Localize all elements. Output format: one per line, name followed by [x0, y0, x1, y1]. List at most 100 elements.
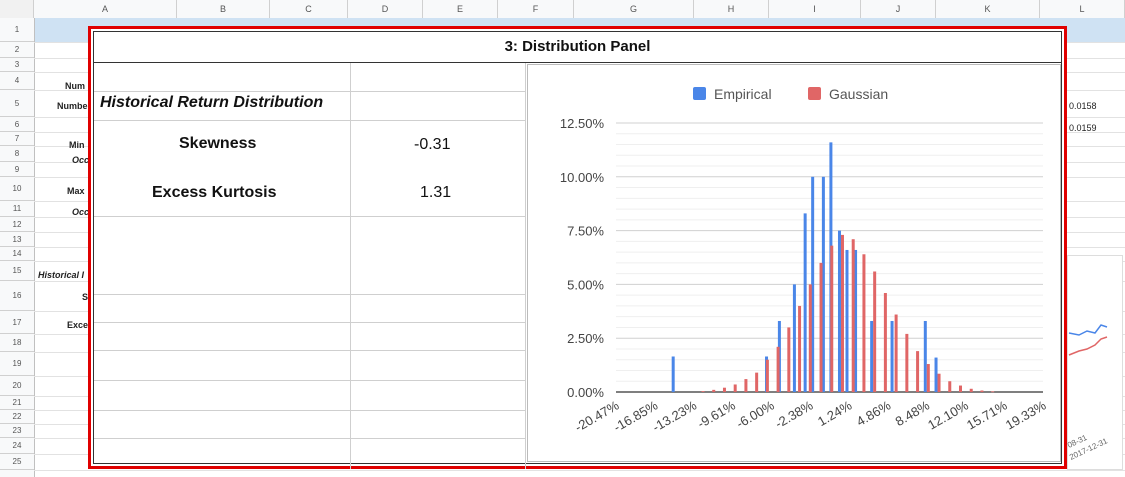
excess-kurtosis-label[interactable]: Excess Kurtosis [152, 184, 277, 202]
column-header[interactable]: C [270, 0, 348, 18]
gaussian-bar [883, 293, 887, 392]
chart-svg: 0.00%2.50%5.00%7.50%10.00%12.50%-20.47%-… [560, 86, 1049, 435]
column-header[interactable]: F [498, 0, 574, 18]
gaussian-bar [776, 346, 780, 392]
select-all-corner[interactable] [0, 0, 34, 18]
row-header[interactable]: 16 [0, 281, 34, 311]
cell-value[interactable]: 0.0159 [1069, 123, 1097, 133]
row-header[interactable]: 19 [0, 352, 34, 376]
row-header[interactable]: 11 [0, 201, 34, 217]
column-header[interactable]: D [348, 0, 423, 18]
column-header[interactable]: I [769, 0, 861, 18]
cell-label[interactable]: Occ [72, 207, 89, 217]
row-header[interactable]: 24 [0, 438, 34, 454]
skewness-label[interactable]: Skewness [179, 135, 256, 153]
cell-label[interactable]: Historical I [38, 270, 84, 280]
x-tick-label: -9.61% [695, 397, 739, 431]
x-tick-label: 19.33% [1003, 397, 1049, 432]
row-header[interactable]: 7 [0, 132, 34, 146]
gaussian-bar [744, 379, 748, 392]
gaussian-bar [701, 391, 705, 392]
distribution-chart[interactable]: 0.00% 2.50% 5.00% 7.50% 10.00% 12.50% -20.47% -… [527, 64, 1061, 462]
gaussian-bar [733, 384, 737, 392]
skewness-value[interactable]: -0.31 [414, 136, 450, 154]
gaussian-bar [916, 351, 920, 392]
gaussian-bar [798, 305, 802, 392]
empirical-bar [923, 320, 927, 392]
y-tick-label: 2.50% [567, 331, 604, 346]
row-header[interactable]: 4 [0, 72, 34, 90]
cell-label[interactable]: Min [69, 140, 85, 150]
column-header[interactable]: K [936, 0, 1040, 18]
gaussian-bar [755, 372, 759, 392]
panel-gridline [350, 63, 351, 469]
row-header[interactable]: 1 [0, 18, 34, 42]
row-header[interactable]: 23 [0, 424, 34, 438]
gaussian-bar [905, 333, 909, 392]
panel-title: 3: Distribution Panel [94, 32, 1061, 63]
x-tick-label: 8.48% [893, 397, 933, 429]
gaussian-bar [787, 327, 791, 392]
excess-kurtosis-value[interactable]: 1.31 [420, 184, 451, 202]
gaussian-bar [862, 254, 866, 392]
cell-label[interactable]: Num [65, 81, 85, 91]
y-tick-label: 7.50% [567, 224, 604, 239]
row-header[interactable]: 15 [0, 261, 34, 281]
background-chart: 08-31 2017-12-31 [1067, 255, 1123, 470]
gaussian-bar [937, 373, 941, 392]
row-header[interactable]: 14 [0, 247, 34, 261]
gaussian-bar [808, 284, 812, 392]
gaussian-bar [948, 381, 952, 392]
cell-label[interactable]: Numbe [57, 101, 88, 111]
row-header[interactable]: 20 [0, 376, 34, 396]
gaussian-bar [926, 364, 930, 392]
row-header[interactable]: 22 [0, 410, 34, 424]
row-header[interactable]: 13 [0, 232, 34, 247]
row-header[interactable]: 2 [0, 42, 34, 58]
distribution-panel: 3: Distribution Panel Historical Return … [88, 26, 1067, 469]
column-header[interactable]: L [1040, 0, 1125, 18]
row-header[interactable]: 8 [0, 146, 34, 162]
row-header-bar: 1 2 3 4 5 6 7 8 9 10 11 12 13 14 15 16 17 18 19 20 21 22 23 24 2… [0, 18, 35, 477]
spreadsheet: A B C D E F G H I J K L 1 2 3 4 5 6 7 8 9 10 11 12 1… [0, 0, 1125, 477]
legend-swatch-gaussian [808, 87, 821, 100]
empirical-bar [671, 356, 675, 392]
row-header[interactable]: 10 [0, 177, 34, 201]
row-header[interactable]: 9 [0, 162, 34, 177]
row-header[interactable]: 12 [0, 217, 34, 232]
row-header[interactable]: 21 [0, 396, 34, 410]
row-header[interactable]: 18 [0, 334, 34, 352]
cell-label[interactable]: Occ [72, 155, 89, 165]
cell-label[interactable]: Max [67, 186, 85, 196]
panel-gridline [94, 410, 525, 411]
row-header[interactable]: 5 [0, 90, 34, 117]
cell-value[interactable]: 0.0158 [1069, 101, 1097, 111]
gaussian-bar [830, 245, 834, 392]
cell-label[interactable]: Exce [67, 320, 88, 330]
x-tick-label: 12.10% [925, 397, 971, 432]
row-header[interactable]: 6 [0, 117, 34, 132]
column-header[interactable]: J [861, 0, 936, 18]
column-header[interactable]: H [694, 0, 769, 18]
row-header[interactable]: 25 [0, 454, 34, 470]
row-gridline [34, 470, 1125, 471]
column-header[interactable]: B [177, 0, 270, 18]
gaussian-bar [722, 387, 726, 392]
panel-gridline [94, 322, 525, 323]
panel-gridline [94, 294, 525, 295]
gaussian-bar [765, 359, 769, 392]
row-header[interactable]: 3 [0, 58, 34, 72]
legend-swatch-empirical [693, 87, 706, 100]
distribution-section-title[interactable]: Historical Return Distribution [100, 94, 323, 112]
panel-gridline [94, 91, 525, 92]
column-header[interactable]: E [423, 0, 498, 18]
row-header[interactable]: 17 [0, 311, 34, 334]
panel-gridline [94, 120, 525, 121]
empirical-bar [934, 357, 938, 392]
column-header[interactable]: A [34, 0, 177, 18]
gaussian-bar [819, 262, 823, 392]
column-header[interactable]: G [574, 0, 694, 18]
gaussian-bar [873, 271, 877, 392]
empirical-bar [870, 320, 874, 392]
panel-gridline [94, 380, 525, 381]
